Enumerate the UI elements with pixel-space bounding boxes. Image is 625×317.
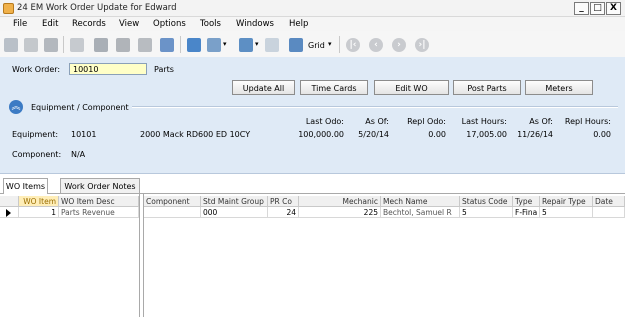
repl-odo-value: 0.00 bbox=[428, 130, 446, 139]
first-record-icon[interactable]: |‹ bbox=[346, 38, 360, 52]
minimize-button[interactable]: _ bbox=[574, 2, 589, 15]
last-hours-value: 17,005.00 bbox=[466, 130, 507, 139]
grid-cell[interactable] bbox=[144, 207, 201, 218]
document-icon[interactable] bbox=[70, 38, 84, 52]
menu-records[interactable]: Records bbox=[72, 19, 106, 29]
dropdown-arrow-icon[interactable]: ▾ bbox=[328, 40, 332, 48]
grid-cell[interactable]: 5 bbox=[460, 207, 513, 218]
link-icon[interactable] bbox=[24, 38, 38, 52]
component-value: N/A bbox=[71, 150, 86, 159]
app-icon bbox=[3, 3, 14, 14]
menu-windows[interactable]: Windows bbox=[236, 19, 274, 29]
last-record-icon[interactable]: ›| bbox=[415, 38, 429, 52]
grid-label[interactable]: Grid bbox=[308, 41, 325, 50]
work-order-input[interactable]: 10010 bbox=[69, 63, 147, 75]
column-header[interactable]: Repair Type bbox=[540, 196, 593, 207]
grid-cell[interactable]: 5 bbox=[540, 207, 593, 218]
attachment-icon[interactable] bbox=[207, 38, 221, 52]
column-header[interactable]: Status Code bbox=[460, 196, 513, 207]
close-button[interactable]: X bbox=[606, 2, 621, 15]
toolbar-separator bbox=[339, 36, 340, 53]
delete-icon[interactable] bbox=[116, 38, 130, 52]
column-header[interactable]: Type bbox=[513, 196, 540, 207]
as-of-label: As Of: bbox=[529, 117, 553, 126]
grid-cell[interactable]: 000 bbox=[201, 207, 268, 218]
last-hours-label: Last Hours: bbox=[461, 117, 507, 126]
tab-wo-items[interactable]: WO Items bbox=[3, 178, 48, 194]
repl-odo-label: Repl Odo: bbox=[407, 117, 446, 126]
last-odo-value: 100,000.00 bbox=[298, 130, 344, 139]
menu-help[interactable]: Help bbox=[289, 19, 308, 29]
as-of-label: As Of: bbox=[365, 117, 389, 126]
calculator-icon[interactable] bbox=[187, 38, 201, 52]
section-divider bbox=[132, 106, 618, 108]
menu-edit[interactable]: Edit bbox=[42, 19, 58, 29]
grid-cell[interactable]: 225 bbox=[299, 207, 381, 218]
post-parts-button[interactable]: Post Parts bbox=[453, 80, 521, 95]
menu-tools[interactable]: Tools bbox=[200, 19, 221, 29]
equipment-code: 10101 bbox=[71, 130, 97, 139]
current-row-arrow-icon bbox=[6, 209, 11, 217]
pen-icon[interactable] bbox=[239, 38, 253, 52]
grid-cell[interactable]: F-Fina bbox=[513, 207, 540, 218]
spellcheck-icon[interactable] bbox=[265, 38, 279, 52]
equipment-label: Equipment: bbox=[12, 130, 59, 139]
hours-as-of-value: 11/26/14 bbox=[517, 130, 553, 139]
column-header[interactable]: WO Item bbox=[19, 196, 59, 207]
collapse-chevron-icon[interactable]: ︽ bbox=[9, 100, 23, 114]
next-record-icon[interactable]: › bbox=[392, 38, 406, 52]
edit-wo-button[interactable]: Edit WO bbox=[374, 80, 449, 95]
previous-record-icon[interactable]: ‹ bbox=[369, 38, 383, 52]
new-record-icon[interactable] bbox=[4, 38, 18, 52]
maximize-button[interactable]: □ bbox=[590, 2, 605, 15]
repl-hours-label: Repl Hours: bbox=[564, 117, 611, 126]
grid-icon[interactable] bbox=[289, 38, 303, 52]
dropdown-arrow-icon[interactable]: ▾ bbox=[223, 40, 227, 48]
refresh-icon[interactable] bbox=[160, 38, 174, 52]
column-header[interactable]: Component bbox=[144, 196, 201, 207]
time-cards-button[interactable]: Time Cards bbox=[300, 80, 368, 95]
row-header-cell bbox=[0, 196, 19, 207]
meters-button[interactable]: Meters bbox=[525, 80, 593, 95]
grid-cell[interactable]: 1 bbox=[19, 207, 59, 218]
column-header[interactable]: PR Co bbox=[268, 196, 299, 207]
column-header[interactable]: Std Maint Group bbox=[201, 196, 268, 207]
work-order-description: Parts bbox=[154, 65, 174, 74]
last-odo-label: Last Odo: bbox=[305, 117, 344, 126]
toolbar-separator bbox=[63, 36, 64, 53]
column-header[interactable]: WO Item Desc bbox=[59, 196, 139, 207]
grid-cell[interactable]: Parts Revenue bbox=[59, 207, 139, 218]
database-icon[interactable] bbox=[44, 38, 58, 52]
save-icon[interactable] bbox=[94, 38, 108, 52]
column-header[interactable]: Date bbox=[593, 196, 625, 207]
work-order-label: Work Order: bbox=[12, 65, 61, 74]
grid-cell[interactable]: Bechtol, Samuel R bbox=[381, 207, 460, 218]
tab-work-order-notes[interactable]: Work Order Notes bbox=[60, 178, 140, 193]
odo-as-of-value: 5/20/14 bbox=[358, 130, 389, 139]
column-header[interactable]: Mech Name bbox=[381, 196, 460, 207]
window-title: 24 EM Work Order Update for Edward bbox=[17, 3, 177, 13]
column-header[interactable]: Mechanic bbox=[299, 196, 381, 207]
menu-file[interactable]: File bbox=[13, 19, 27, 29]
toolbar-separator bbox=[180, 36, 181, 53]
update-all-button[interactable]: Update All bbox=[232, 80, 295, 95]
equipment-description: 2000 Mack RD600 ED 10CY bbox=[140, 130, 251, 139]
component-label: Component: bbox=[12, 150, 62, 159]
repl-hours-value: 0.00 bbox=[593, 130, 611, 139]
grid-cell[interactable] bbox=[593, 207, 625, 218]
menu-options[interactable]: Options bbox=[153, 19, 186, 29]
menu-view[interactable]: View bbox=[119, 19, 139, 29]
undo-icon[interactable] bbox=[138, 38, 152, 52]
dropdown-arrow-icon[interactable]: ▾ bbox=[255, 40, 259, 48]
grid-cell[interactable]: 24 bbox=[268, 207, 299, 218]
section-title: Equipment / Component bbox=[31, 103, 129, 112]
